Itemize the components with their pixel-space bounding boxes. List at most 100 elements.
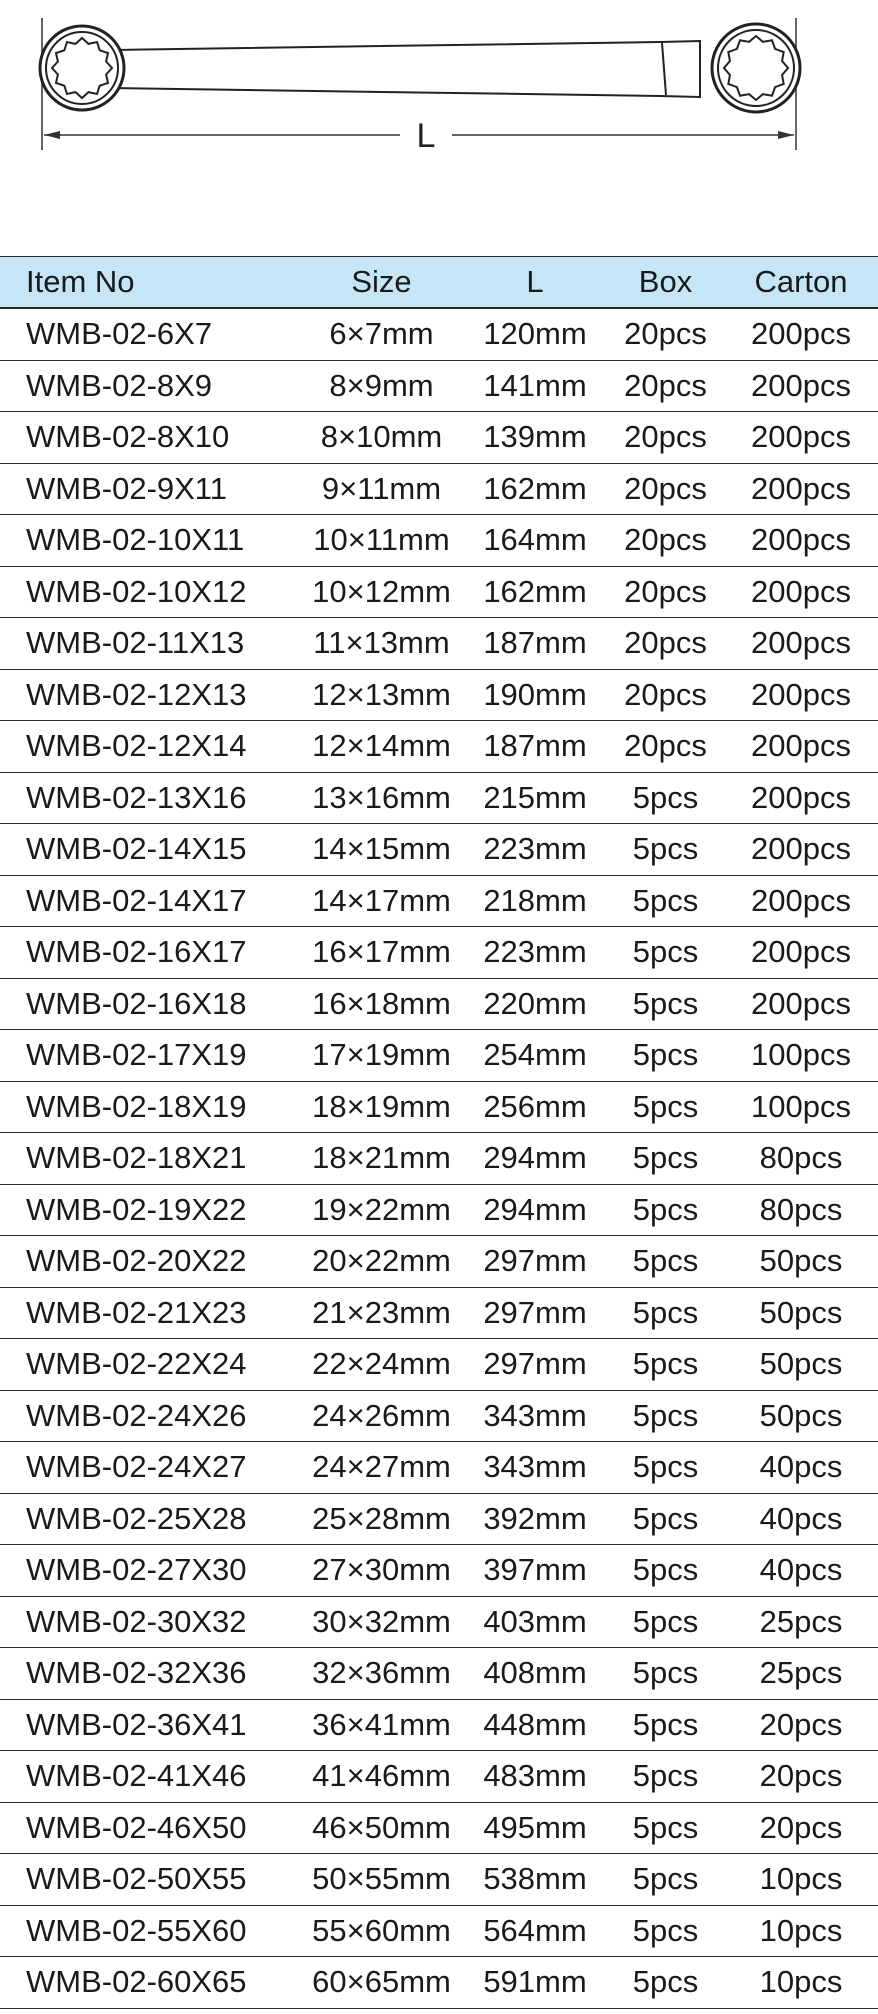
cell-carton: 200pcs [724, 411, 878, 464]
cell-item-no: WMB-02-14X17 [0, 875, 300, 927]
cell-size: 46×50mm [300, 1802, 463, 1854]
cell-box: 5pcs [607, 1081, 724, 1133]
cell-carton: 200pcs [724, 823, 878, 876]
cell-box: 5pcs [607, 1647, 724, 1700]
cell-box: 5pcs [607, 1132, 724, 1185]
cell-carton: 10pcs [724, 1853, 878, 1906]
table-row: WMB-02-11X13 11×13mm 187mm 20pcs 200pcs [0, 617, 878, 670]
cell-carton: 200pcs [724, 566, 878, 618]
cell-length: 215mm [463, 772, 607, 824]
cell-item-no: WMB-02-9X11 [0, 463, 300, 515]
cell-item-no: WMB-02-12X14 [0, 720, 300, 773]
cell-length: 397mm [463, 1544, 607, 1597]
table-row: WMB-02-27X30 27×30mm 397mm 5pcs 40pcs [0, 1544, 878, 1597]
table-row: WMB-02-16X18 16×18mm 220mm 5pcs 200pcs [0, 978, 878, 1030]
cell-box: 20pcs [607, 669, 724, 721]
cell-carton: 40pcs [724, 1544, 878, 1597]
cell-size: 10×12mm [300, 566, 463, 618]
cell-box: 5pcs [607, 926, 724, 979]
cell-length: 190mm [463, 669, 607, 721]
header-length: L [463, 256, 607, 309]
cell-size: 60×65mm [300, 1956, 463, 2009]
cell-box: 5pcs [607, 875, 724, 927]
cell-item-no: WMB-02-10X12 [0, 566, 300, 618]
cell-length: 162mm [463, 566, 607, 618]
cell-carton: 50pcs [724, 1338, 878, 1391]
cell-carton: 10pcs [724, 1956, 878, 2009]
cell-carton: 20pcs [724, 1750, 878, 1803]
cell-length: 256mm [463, 1081, 607, 1133]
cell-carton: 200pcs [724, 669, 878, 721]
table-row: WMB-02-9X11 9×11mm 162mm 20pcs 200pcs [0, 463, 878, 515]
cell-length: 139mm [463, 411, 607, 464]
cell-item-no: WMB-02-16X17 [0, 926, 300, 979]
table-row: WMB-02-46X50 46×50mm 495mm 5pcs 20pcs [0, 1802, 878, 1854]
cell-box: 5pcs [607, 1235, 724, 1288]
cell-length: 297mm [463, 1287, 607, 1339]
cell-box: 5pcs [607, 772, 724, 824]
cell-size: 18×19mm [300, 1081, 463, 1133]
cell-carton: 40pcs [724, 1441, 878, 1494]
cell-item-no: WMB-02-24X26 [0, 1390, 300, 1442]
cell-carton: 200pcs [724, 463, 878, 515]
header-carton: Carton [724, 256, 878, 309]
cell-size: 36×41mm [300, 1699, 463, 1751]
cell-size: 14×15mm [300, 823, 463, 876]
cell-size: 41×46mm [300, 1750, 463, 1803]
cell-carton: 80pcs [724, 1132, 878, 1185]
cell-item-no: WMB-02-21X23 [0, 1287, 300, 1339]
cell-length: 254mm [463, 1029, 607, 1082]
cell-item-no: WMB-02-18X19 [0, 1081, 300, 1133]
cell-length: 187mm [463, 617, 607, 670]
cell-size: 14×17mm [300, 875, 463, 927]
cell-length: 297mm [463, 1235, 607, 1288]
cell-box: 5pcs [607, 1956, 724, 2009]
table-row: WMB-02-25X28 25×28mm 392mm 5pcs 40pcs [0, 1493, 878, 1545]
cell-box: 5pcs [607, 1699, 724, 1751]
cell-box: 5pcs [607, 1905, 724, 1957]
cell-box: 20pcs [607, 360, 724, 412]
table-header-row: Item No Size L Box Carton [0, 256, 878, 309]
cell-item-no: WMB-02-10X11 [0, 514, 300, 567]
table-row: WMB-02-19X22 19×22mm 294mm 5pcs 80pcs [0, 1184, 878, 1236]
left-arrowhead [44, 131, 60, 139]
cell-size: 16×18mm [300, 978, 463, 1030]
right-arrowhead [778, 131, 794, 139]
table-row: WMB-02-17X19 17×19mm 254mm 5pcs 100pcs [0, 1029, 878, 1082]
cell-size: 21×23mm [300, 1287, 463, 1339]
table-row: WMB-02-12X14 12×14mm 187mm 20pcs 200pcs [0, 720, 878, 773]
cell-carton: 200pcs [724, 720, 878, 773]
table-row: WMB-02-50X55 50×55mm 538mm 5pcs 10pcs [0, 1853, 878, 1906]
cell-length: 223mm [463, 926, 607, 979]
table-row: WMB-02-6X7 6×7mm 120mm 20pcs 200pcs [0, 308, 878, 361]
cell-box: 5pcs [607, 1029, 724, 1082]
cell-length: 564mm [463, 1905, 607, 1957]
cell-length: 120mm [463, 308, 607, 361]
cell-box: 5pcs [607, 1544, 724, 1597]
header-box: Box [607, 256, 724, 309]
cell-box: 20pcs [607, 308, 724, 361]
table-row: WMB-02-10X12 10×12mm 162mm 20pcs 200pcs [0, 566, 878, 618]
cell-box: 5pcs [607, 1287, 724, 1339]
table-row: WMB-02-14X15 14×15mm 223mm 5pcs 200pcs [0, 823, 878, 876]
cell-length: 483mm [463, 1750, 607, 1803]
cell-item-no: WMB-02-27X30 [0, 1544, 300, 1597]
cell-item-no: WMB-02-46X50 [0, 1802, 300, 1854]
cell-size: 10×11mm [300, 514, 463, 567]
cell-length: 343mm [463, 1390, 607, 1442]
cell-carton: 25pcs [724, 1647, 878, 1700]
header-item-no: Item No [0, 256, 300, 309]
cell-size: 30×32mm [300, 1596, 463, 1648]
cell-box: 5pcs [607, 1441, 724, 1494]
double-ring-wrench-icon [38, 22, 802, 114]
cell-size: 17×19mm [300, 1029, 463, 1082]
cell-item-no: WMB-02-12X13 [0, 669, 300, 721]
cell-box: 5pcs [607, 1802, 724, 1854]
cell-length: 343mm [463, 1441, 607, 1494]
cell-length: 538mm [463, 1853, 607, 1906]
cell-length: 187mm [463, 720, 607, 773]
cell-carton: 80pcs [724, 1184, 878, 1236]
cell-item-no: WMB-02-30X32 [0, 1596, 300, 1648]
table-row: WMB-02-60X65 60×65mm 591mm 5pcs 10pcs [0, 1956, 878, 2009]
table-row: WMB-02-24X27 24×27mm 343mm 5pcs 40pcs [0, 1441, 878, 1494]
